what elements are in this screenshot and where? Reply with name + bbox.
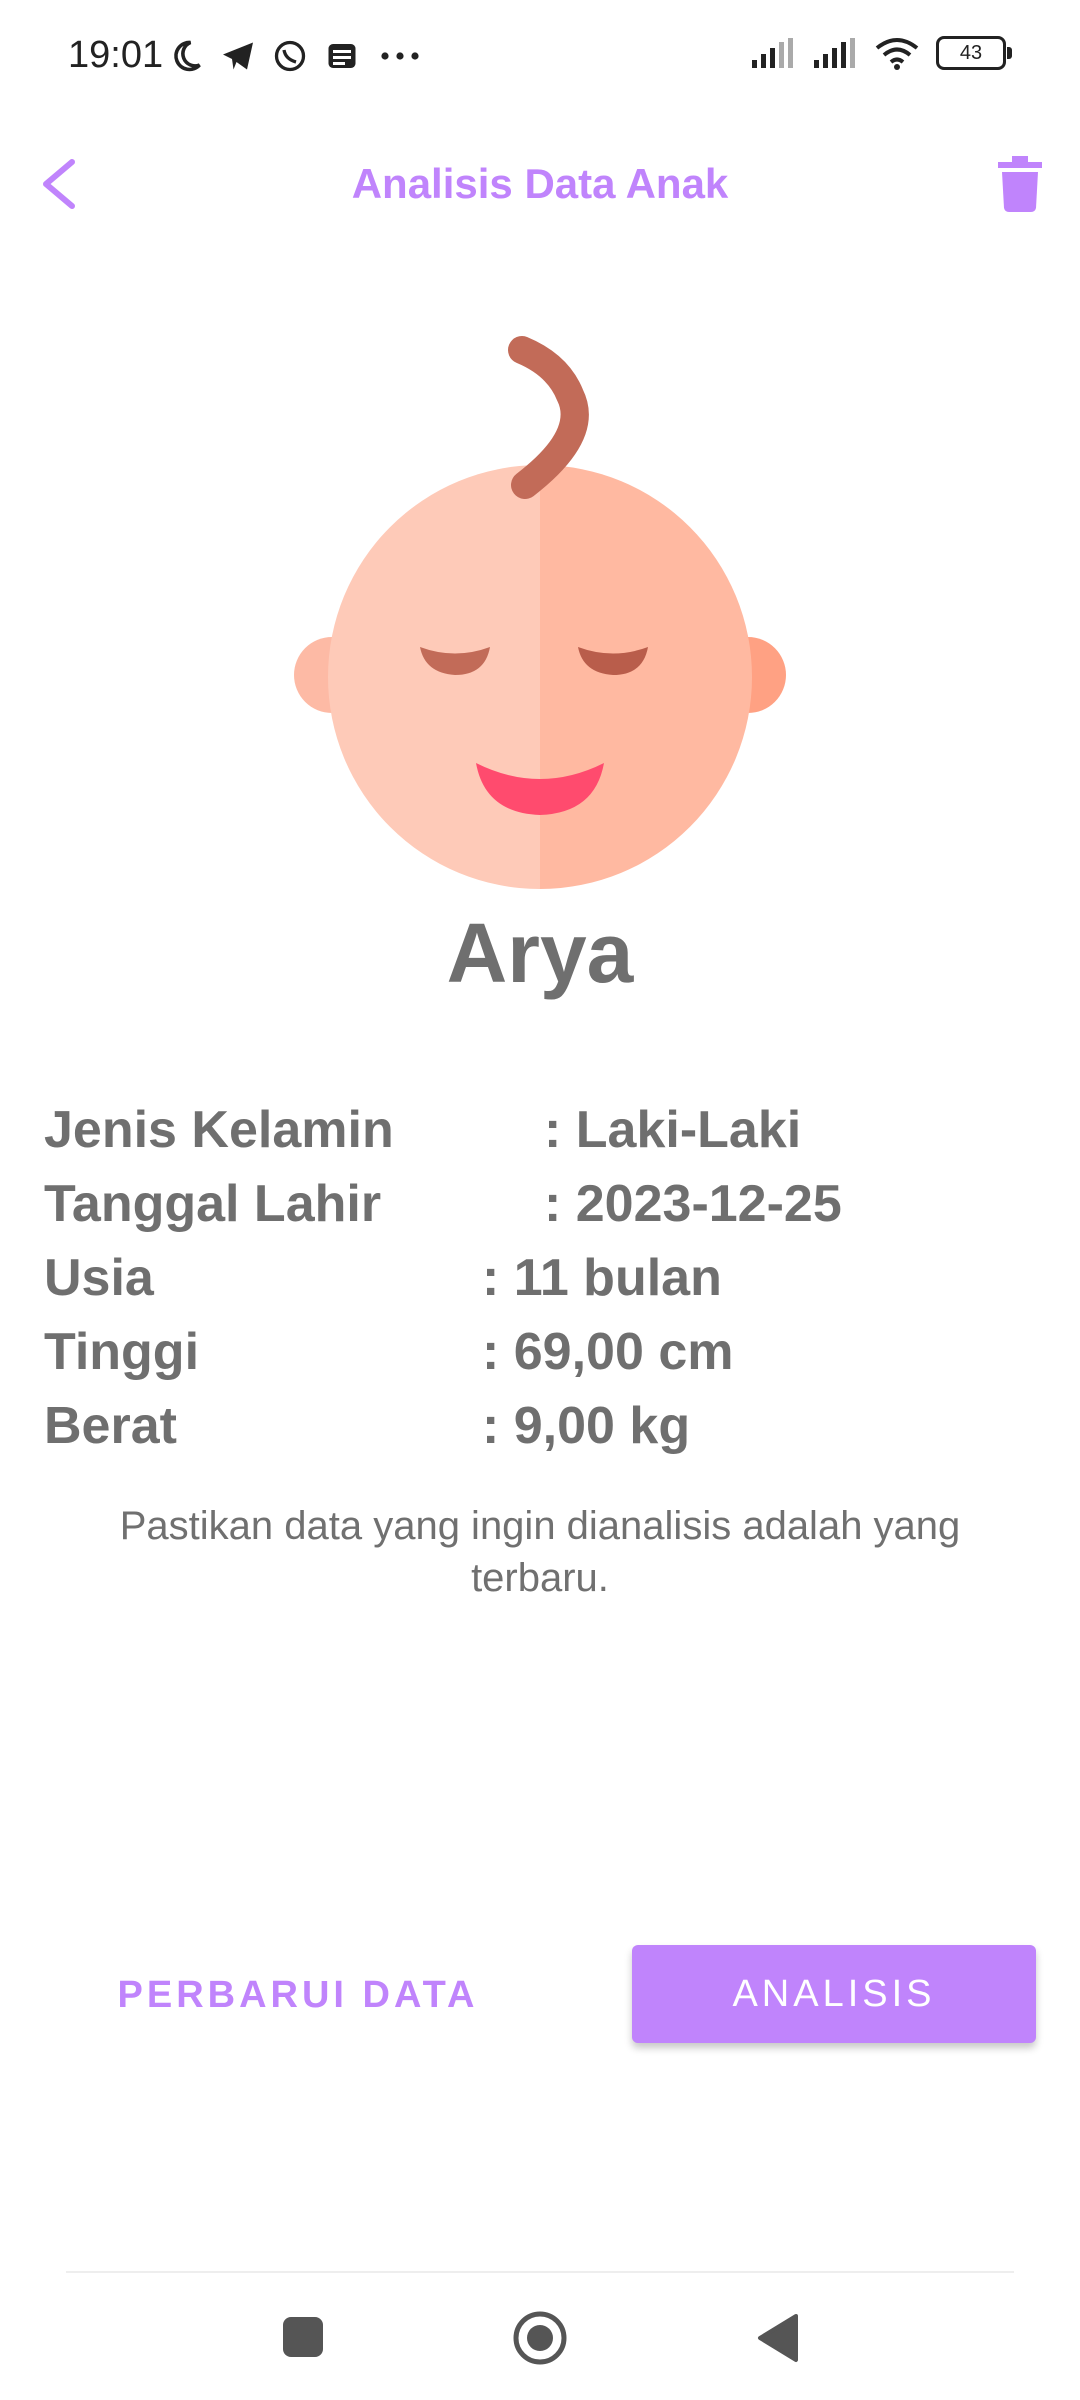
trash-icon (998, 156, 1042, 212)
telegram-icon (223, 42, 253, 70)
nav-divider (66, 2271, 1014, 2273)
delete-button[interactable] (988, 152, 1052, 216)
info-value: : 69,00 cm (482, 1323, 734, 1381)
system-nav-bar (0, 2274, 1080, 2400)
moon-icon (174, 40, 201, 72)
info-row-weight: Berat : 9,00 kg (44, 1396, 1044, 1470)
update-data-button[interactable]: PERBARUI DATA (88, 1946, 508, 2044)
info-label: Berat (44, 1397, 177, 1455)
analyze-button[interactable]: ANALISIS (632, 1945, 1036, 2043)
signal-icon (752, 38, 793, 68)
whatsapp-icon (274, 40, 306, 72)
info-label: Tanggal Lahir (44, 1175, 382, 1233)
home-icon[interactable] (512, 2310, 568, 2366)
info-value: : 9,00 kg (482, 1397, 691, 1455)
wifi-icon (875, 38, 919, 70)
info-row-gender: Jenis Kelamin : Laki-Laki (44, 1100, 1044, 1174)
child-name: Arya (446, 906, 634, 1000)
info-row-height: Tinggi : 69,00 cm (44, 1322, 1044, 1396)
info-row-birthdate: Tanggal Lahir : 2023-12-25 (44, 1174, 1044, 1248)
status-bar: 19:01 43 (0, 0, 1080, 118)
info-label: Tinggi (44, 1323, 200, 1381)
info-row-age: Usia : 11 bulan (44, 1248, 1044, 1322)
info-label: Usia (44, 1249, 154, 1307)
info-value: : 2023-12-25 (544, 1175, 842, 1233)
info-label: Jenis Kelamin (44, 1101, 394, 1159)
baby-face-icon (290, 335, 790, 895)
more-dots-icon (381, 52, 419, 60)
signal-icon (814, 38, 855, 68)
status-icons-left (168, 38, 424, 74)
notes-icon (328, 44, 356, 68)
app-bar: Analisis Data Anak (0, 118, 1080, 250)
child-info: Jenis Kelamin : Laki-Laki Tanggal Lahir … (44, 1100, 1044, 1470)
status-icons-right: 43 (750, 36, 1012, 70)
battery-icon: 43 (936, 36, 1012, 70)
info-value: : 11 bulan (482, 1249, 722, 1307)
info-value: : Laki-Laki (544, 1101, 802, 1159)
page-title: Analisis Data Anak (351, 160, 729, 207)
back-triangle-icon[interactable] (754, 2312, 800, 2364)
recent-apps-icon[interactable] (283, 2317, 323, 2357)
status-time: 19:01 (68, 34, 164, 76)
note-text: Pastikan data yang ingin dianalisis adal… (119, 1504, 961, 1600)
